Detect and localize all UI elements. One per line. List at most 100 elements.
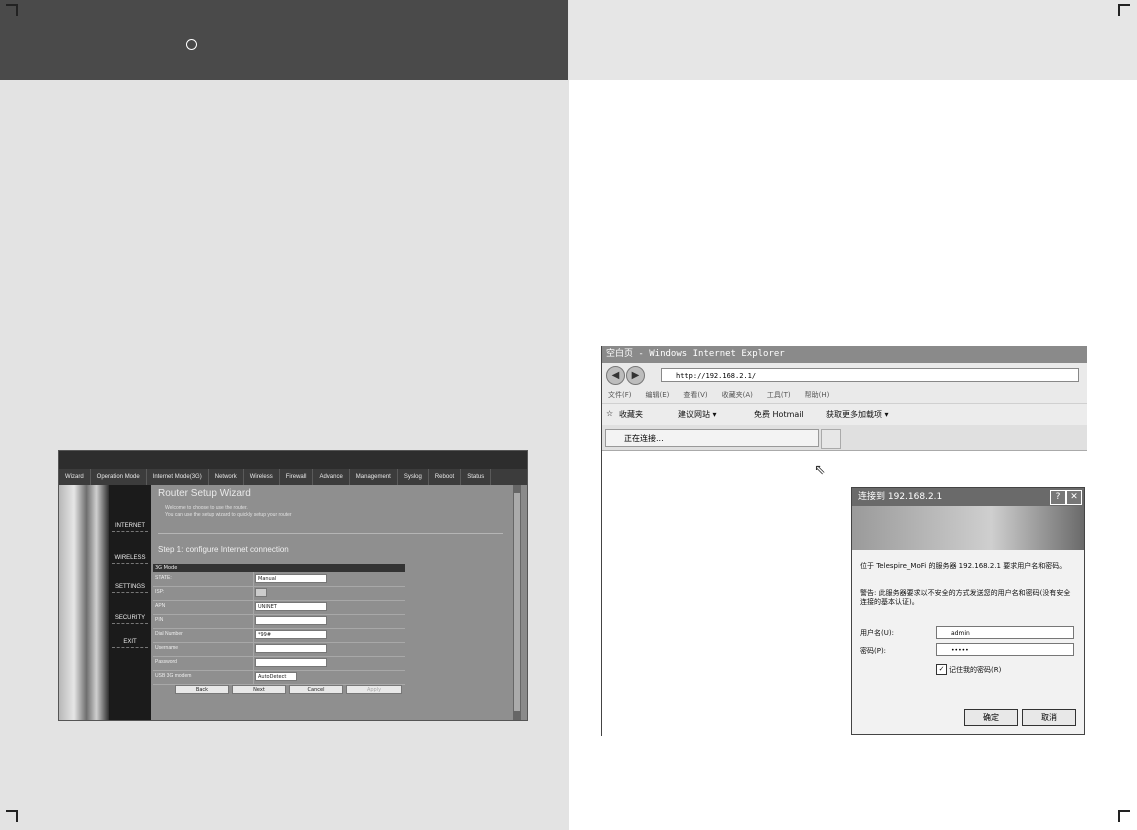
close-icon[interactable]: ✕ [1066,490,1082,505]
router-side-internet[interactable]: INTERNET [112,523,148,532]
usb-modem-select[interactable]: AutoDetect [255,672,297,681]
dial-number-label: Dial Number [155,631,183,637]
form-row-dial-number: Dial Number *99# [153,628,405,643]
ie-title-text: 空白页 - Windows Internet Explorer [606,349,785,359]
username-input[interactable] [255,644,327,653]
menu-file[interactable]: 文件(F) [602,387,640,403]
form-row-usb-modem: USB 3G modem AutoDetect [153,670,405,685]
router-scrollbar[interactable] [513,485,521,720]
form-row-isp: ISP: [153,586,405,601]
ie-tab-row: 正在连接... [602,425,1087,451]
isp-select[interactable] [255,588,267,597]
mouse-cursor-icon: ⇖ [814,462,826,478]
router-divider [158,533,503,534]
state-select[interactable]: Manual [255,574,327,583]
router-page-title: Router Setup Wizard [158,488,251,499]
apn-input[interactable]: UNINET [255,602,327,611]
apply-button[interactable]: Apply [346,685,402,694]
apn-label: APN [155,603,166,609]
menu-view[interactable]: 查看(V) [677,387,715,403]
favorites-star-icon[interactable]: ☆ [606,409,613,418]
router-side-settings[interactable]: SETTINGS [112,584,148,593]
router-nav-firewall[interactable]: Firewall [280,469,314,485]
keys-banner-icon [852,506,1084,550]
router-nav-operation-mode[interactable]: Operation Mode [91,469,147,485]
state-label: STATE: [155,575,172,581]
crop-mark [1118,810,1120,822]
remember-checkbox[interactable]: ✓ [936,664,947,675]
router-nav-wireless[interactable]: Wireless [244,469,280,485]
ie-title-bar: 空白页 - Windows Internet Explorer [602,346,1087,363]
auth-dialog: 连接到 192.168.2.1 ? ✕ 位于 Telespire_MoFi 的服… [851,487,1085,735]
left-page-header [0,0,568,80]
form-row-pin: PIN [153,614,405,629]
forward-arrow-icon[interactable]: ▶ [626,366,645,385]
dial-number-input[interactable]: *99# [255,630,327,639]
ie-address-row: ◀ ▶ http://192.168.2.1/ [602,363,1087,387]
favorites-button[interactable]: 收藏夹 [619,409,643,420]
dialog-cancel-button[interactable]: 取消 [1022,709,1076,726]
right-page-header [569,0,1137,80]
router-sidebar: INTERNET WIRELESS SETTINGS SECURITY EXIT [109,485,151,720]
router-side-wireless[interactable]: WIRELESS [112,555,148,564]
password-input[interactable] [255,658,327,667]
dialog-warning: 警告: 此服务器要求以不安全的方式发送您的用户名和密码(没有安全连接的基本认证)… [860,589,1071,606]
ie-tab-loading[interactable]: 正在连接... [605,429,819,447]
address-bar[interactable]: http://192.168.2.1/ [661,368,1079,382]
router-intro-line-2: You can use the setup wizard to quickly … [165,512,292,518]
router-decorative-strip [59,485,109,720]
password-label: Password [155,659,177,665]
ok-button[interactable]: 确定 [964,709,1018,726]
form-row-username: Username [153,642,405,657]
username-field-label: 用户名(U): [860,629,894,637]
menu-favorites[interactable]: 收藏夹(A) [716,387,761,403]
remember-label: 记住我的密码(R) [949,666,1002,674]
router-side-exit[interactable]: EXIT [112,639,148,648]
router-nav-status[interactable]: Status [461,469,492,485]
fav-link-hotmail[interactable]: 免费 Hotmail [754,409,804,420]
form-row-apn: APN UNINET [153,600,405,615]
router-nav-network[interactable]: Network [209,469,244,485]
crop-mark [16,4,18,16]
fav-link-suggested[interactable]: 建议网站 ▾ [678,409,717,420]
isp-label: ISP: [155,589,165,595]
back-arrow-icon[interactable]: ◀ [606,366,625,385]
router-setup-screenshot: Wizard Operation Mode Internet Mode(3G) … [58,450,528,721]
dialog-message: 位于 Telespire_MoFi 的服务器 192.168.2.1 要求用户名… [860,562,1067,570]
help-icon[interactable]: ? [1050,490,1066,505]
router-nav-bar: Wizard Operation Mode Internet Mode(3G) … [59,469,527,485]
fav-link-addons[interactable]: 获取更多加载项 ▾ [826,409,889,420]
router-nav-reboot[interactable]: Reboot [429,469,462,485]
router-nav-internet-mode[interactable]: Internet Mode(3G) [147,469,209,485]
pin-input[interactable] [255,616,327,625]
username-field[interactable]: admin [936,626,1074,639]
router-intro-line-1: Welcome to choose to use the router. [165,505,248,511]
password-field[interactable]: ••••• [936,643,1074,656]
router-nav-management[interactable]: Management [350,469,398,485]
new-tab-button[interactable] [821,429,841,449]
crop-mark [1118,4,1120,16]
menu-tools[interactable]: 工具(T) [761,387,799,403]
ie-menu-bar: 文件(F) 编辑(E) 查看(V) 收藏夹(A) 工具(T) 帮助(H) [602,387,1087,403]
menu-edit[interactable]: 编辑(E) [640,387,678,403]
ie-favorites-bar: ☆ 收藏夹 建议网站 ▾ 免费 Hotmail 获取更多加载项 ▾ [602,403,1087,426]
cancel-button[interactable]: Cancel [289,685,343,694]
back-button[interactable]: Back [175,685,229,694]
pin-label: PIN [155,617,164,623]
form-header: 3G Mode [153,564,405,572]
form-row-password: Password [153,656,405,671]
router-nav-advance[interactable]: Advance [313,469,350,485]
form-row-state: STATE: Manual [153,572,405,587]
router-nav-wizard[interactable]: Wizard [59,469,91,485]
crop-mark [16,810,18,822]
router-step-heading: Step 1: configure Internet connection [158,545,289,554]
menu-help[interactable]: 帮助(H) [799,387,838,403]
router-side-security[interactable]: SECURITY [112,615,148,624]
next-button[interactable]: Next [232,685,286,694]
password-field-label: 密码(P): [860,647,887,655]
dialog-title: 连接到 192.168.2.1 [858,492,943,502]
router-top-banner [59,451,527,469]
usb-modem-label: USB 3G modem [155,673,192,679]
dialog-title-bar: 连接到 192.168.2.1 ? ✕ [852,488,1084,506]
router-nav-syslog[interactable]: Syslog [398,469,429,485]
